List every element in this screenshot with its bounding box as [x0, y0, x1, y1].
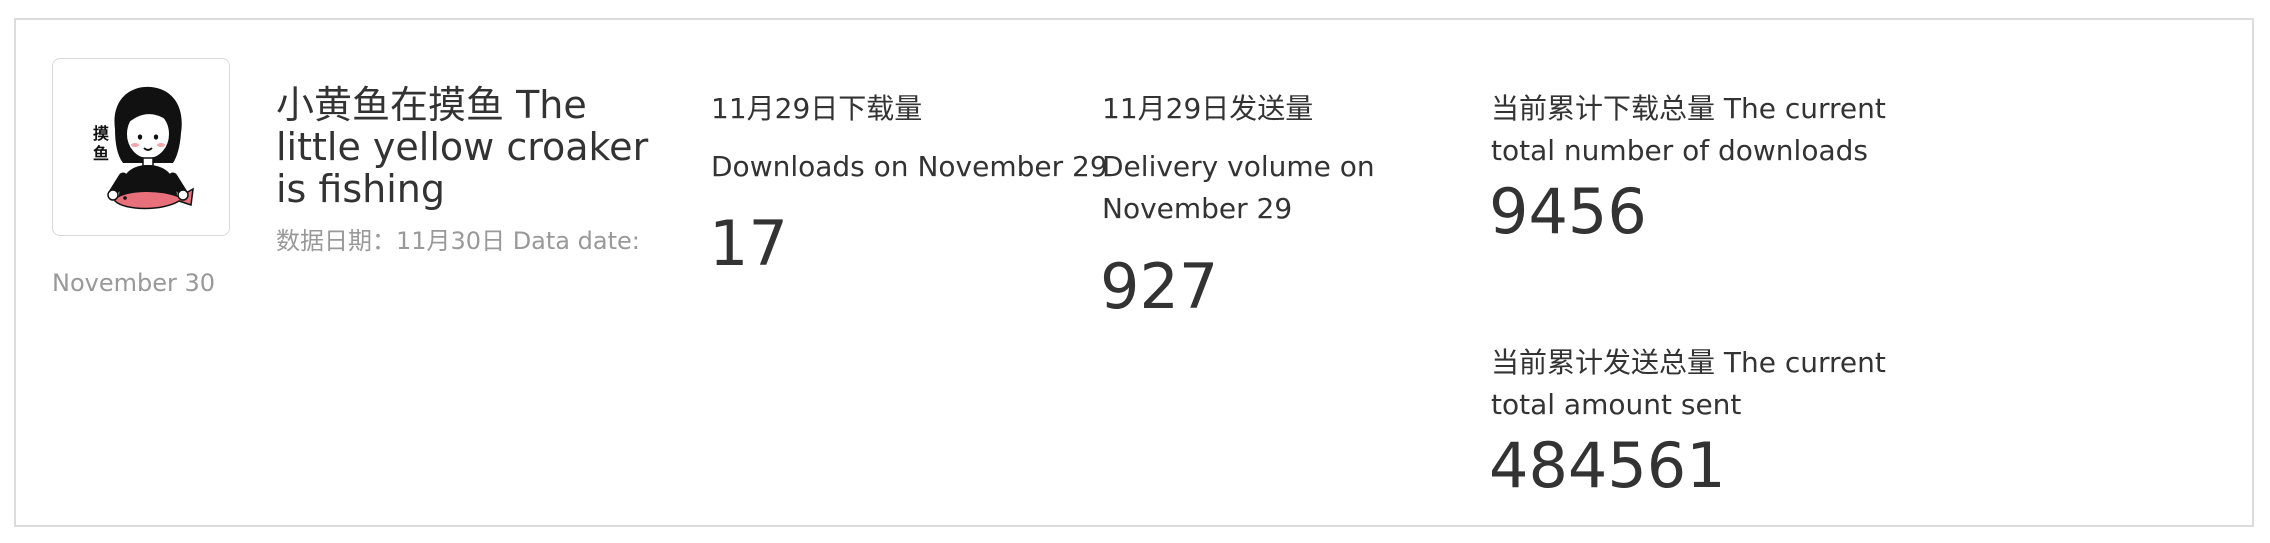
data-date-value: November 30: [52, 269, 216, 297]
avatar: 摸 鱼: [52, 58, 230, 236]
avatar-illustration: 摸 鱼: [93, 86, 194, 210]
delivery-day-value: 927: [1100, 250, 1219, 323]
avatar-text-char-2: 鱼: [93, 144, 109, 163]
downloads-day-value: 17: [709, 207, 788, 280]
data-date-label: 数据日期：11月30日 Data date:: [276, 227, 640, 255]
downloads-day-label-cn: 11月29日下载量: [711, 92, 923, 125]
delivery-day-label-en: Delivery volume on November 29: [1102, 150, 1375, 225]
avatar-text-char-1: 摸: [93, 124, 109, 143]
brand-title: 小黄鱼在摸鱼 The little yellow croaker is fish…: [276, 83, 649, 211]
downloads-day-label-en: Downloads on November 29: [711, 150, 1108, 183]
total-downloads-label: 当前累计下载总量 The current total number of dow…: [1491, 92, 1886, 167]
total-sent-value: 484561: [1489, 429, 1726, 502]
total-sent-label: 当前累计发送总量 The current total amount sent: [1491, 346, 1886, 421]
delivery-day-label-cn: 11月29日发送量: [1102, 92, 1314, 125]
total-downloads-value: 9456: [1489, 175, 1647, 248]
